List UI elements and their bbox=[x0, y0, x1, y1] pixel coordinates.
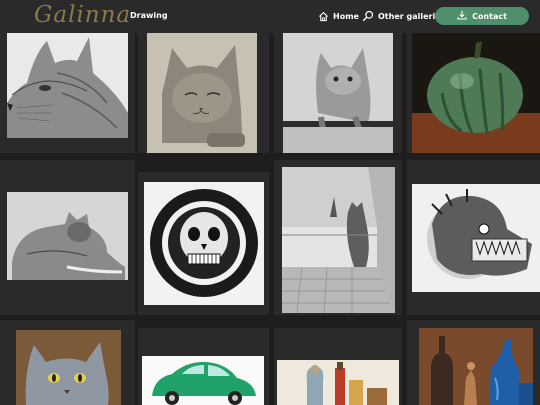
skull-circle-drawing[interactable] bbox=[144, 182, 264, 305]
contact-label: Contact bbox=[472, 11, 507, 21]
gallery-card bbox=[138, 328, 269, 405]
gallery-card bbox=[274, 328, 402, 405]
cat-profile-drawing[interactable] bbox=[7, 33, 128, 138]
gallery-card bbox=[407, 160, 540, 315]
lying-cat-drawing[interactable] bbox=[7, 192, 128, 280]
sleepy-cat-drawing[interactable] bbox=[147, 33, 257, 153]
home-icon bbox=[318, 11, 329, 22]
gallery-card bbox=[0, 320, 135, 405]
cat-on-ledge-drawing[interactable] bbox=[283, 33, 393, 153]
gallery-card bbox=[407, 320, 540, 405]
download-icon bbox=[457, 10, 467, 22]
aztec-serpent-drawing[interactable] bbox=[412, 184, 540, 292]
green-car-drawing[interactable] bbox=[142, 356, 264, 405]
gallery-title: Drawing bbox=[130, 11, 168, 20]
nav-other-galleries-link[interactable]: Other galleries bbox=[362, 8, 445, 24]
still-life-figures-painting[interactable] bbox=[277, 360, 399, 405]
gallery-card bbox=[407, 33, 540, 153]
site-logo[interactable]: Galinna bbox=[34, 2, 131, 28]
green-pumpkin-painting[interactable] bbox=[412, 33, 540, 153]
gallery-card bbox=[138, 33, 269, 153]
nav-home-link[interactable]: Home bbox=[318, 8, 359, 24]
gallery-card bbox=[274, 160, 402, 315]
gallery-card bbox=[0, 33, 135, 153]
top-bar: Galinna Drawing Home Other galleries Con… bbox=[0, 0, 540, 33]
gallery-card bbox=[138, 172, 269, 315]
grey-cat-painting[interactable] bbox=[16, 330, 121, 405]
nav-home-label: Home bbox=[333, 11, 359, 21]
blue-bottles-painting[interactable] bbox=[419, 328, 533, 405]
gallery-card bbox=[0, 160, 135, 315]
gallery-card bbox=[274, 33, 402, 153]
search-icon bbox=[362, 10, 374, 22]
contact-button[interactable]: Contact bbox=[435, 7, 529, 25]
cat-at-window-drawing[interactable] bbox=[282, 167, 395, 313]
